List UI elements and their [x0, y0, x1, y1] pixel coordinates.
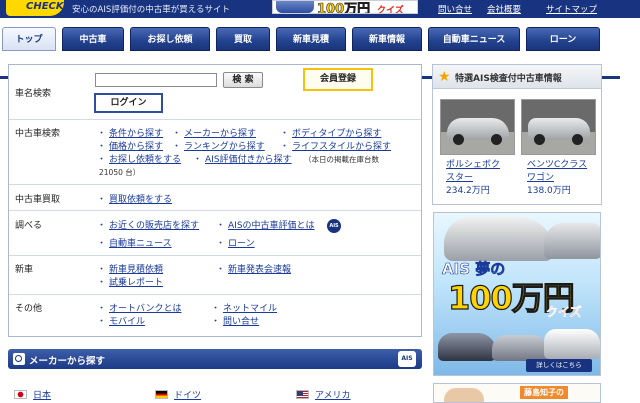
- featured-cars-panel: ★ 特選AIS検査付中古車情報 ポルシェボク スター 234.2万円 ベンツCク…: [432, 64, 602, 205]
- car-name-search-label: 車名検索: [15, 89, 52, 99]
- contact-bottom-link[interactable]: ・問い合せ: [211, 314, 259, 327]
- banner-text: 100万円: [317, 2, 371, 14]
- sitemap-link[interactable]: サイトマップ: [546, 3, 597, 15]
- car-price: 234.2万円: [446, 186, 490, 196]
- row-divider: [9, 294, 421, 295]
- research-label: 調べる: [15, 221, 43, 231]
- stock-count-value: 21050 台）: [99, 168, 141, 177]
- search-icon: [13, 353, 25, 365]
- search-button[interactable]: 検 索: [223, 72, 263, 88]
- japan-flag-icon: [14, 390, 27, 399]
- right-margin: [620, 60, 640, 400]
- row-divider: [9, 210, 421, 211]
- stock-count-note: （本日の掲載在庫台数: [304, 155, 379, 164]
- site-logo[interactable]: CHECK: [6, 0, 64, 16]
- banner-car-image: [276, 1, 314, 13]
- ais-logo-icon: AIS: [398, 351, 416, 367]
- search-by-lifestyle-link[interactable]: ・ライフスタイルから探す: [280, 139, 391, 152]
- netmile-link[interactable]: ・ネットマイル: [211, 301, 277, 314]
- tab-search-request[interactable]: お探し依頼: [130, 27, 210, 51]
- new-car-launch-link[interactable]: ・新車発表会速報: [216, 262, 291, 275]
- author-name: 藤島知子の: [520, 386, 568, 399]
- author-photo: [444, 388, 484, 402]
- search-request-link[interactable]: ・お探し依頼をする: [97, 152, 181, 165]
- new-car-quote-link[interactable]: ・新車見積依頼: [97, 262, 163, 275]
- car-price: 138.0万円: [527, 186, 571, 196]
- site-header: CHECK 安心のAIS評価付の中古車が買えるサイト 100万円 クイズ 問い合…: [0, 0, 640, 18]
- search-by-body-type-link[interactable]: ・ボディタイプから探す: [280, 126, 381, 139]
- car-name-line1[interactable]: ベンツCクラス: [527, 159, 607, 172]
- search-by-maker-link[interactable]: ・メーカーから探す: [172, 126, 256, 139]
- contact-link[interactable]: 問い合せ: [438, 3, 472, 15]
- mobile-link[interactable]: ・モバイル: [97, 314, 145, 327]
- used-car-search-label: 中古車検索: [15, 129, 61, 139]
- search-by-price-link[interactable]: ・価格から探す: [97, 139, 163, 152]
- tab-top[interactable]: トップ: [2, 27, 56, 51]
- search-by-ais-link[interactable]: ・ AIS評価付きから探す: [193, 152, 292, 165]
- car-photo-benz[interactable]: [521, 99, 596, 155]
- quiz-banner[interactable]: 100万円 クイズ: [272, 0, 418, 14]
- new-car-label: 新車: [15, 265, 34, 275]
- maker-search-title: メーカーから探す: [29, 356, 106, 367]
- row-divider: [9, 184, 421, 185]
- search-by-condition-link[interactable]: ・条件から探す: [97, 126, 163, 139]
- banner-subtext: クイズ: [377, 6, 404, 14]
- buyout-request-link[interactable]: ・買取依頼をする: [97, 192, 172, 205]
- register-button[interactable]: 会員登録: [303, 68, 373, 91]
- car-photo-porsche[interactable]: [440, 99, 515, 155]
- test-drive-report-link[interactable]: ・試乗レポート: [97, 275, 163, 288]
- column-ad-banner[interactable]: 藤島知子の: [433, 383, 601, 403]
- tab-loan[interactable]: ローン: [526, 27, 600, 51]
- tab-car-news[interactable]: 自動車ニュース: [428, 27, 520, 51]
- country-japan[interactable]: 日本: [14, 388, 51, 401]
- ais-evaluation-link[interactable]: ・ AISの中古車評価とは: [216, 218, 315, 231]
- loan-link[interactable]: ・ローン: [216, 236, 255, 249]
- company-link[interactable]: 会社概要: [487, 3, 521, 15]
- car-news-link[interactable]: ・自動車ニュース: [97, 236, 172, 249]
- search-by-ranking-link[interactable]: ・ランキングから探す: [172, 139, 265, 152]
- used-car-buyout-label: 中古車買取: [15, 195, 61, 205]
- autobank-about-link[interactable]: ・オートバンクとは: [97, 301, 181, 314]
- featured-title: 特選AIS検査付中古車情報: [455, 74, 562, 84]
- ais-badge-icon: AIS: [327, 219, 341, 233]
- usa-flag-icon: [296, 390, 309, 399]
- row-divider: [9, 119, 421, 120]
- ad-car-image: [544, 223, 600, 259]
- quiz-ad-banner[interactable]: AIS 夢の 100万円 クイズ 詳しくはこちら: [433, 212, 601, 376]
- star-icon: ★: [438, 69, 451, 85]
- car-caption-porsche[interactable]: ポルシェボク スター 234.2万円: [446, 159, 526, 198]
- car-name-line2[interactable]: スター: [446, 172, 526, 185]
- nearby-dealer-link[interactable]: ・お近くの販売店を探す: [97, 218, 199, 231]
- car-name-line1[interactable]: ポルシェボク: [446, 159, 526, 172]
- ad-quiz-text: クイズ: [546, 305, 582, 319]
- tab-used-car[interactable]: 中古車: [62, 27, 124, 51]
- ad-car-image: [444, 217, 554, 261]
- tab-new-car-info[interactable]: 新車情報: [352, 27, 422, 51]
- country-usa[interactable]: アメリカ: [296, 388, 351, 401]
- featured-header: ★ 特選AIS検査付中古車情報: [433, 65, 601, 89]
- ad-more-button[interactable]: 詳しくはこちら: [526, 359, 592, 372]
- country-germany[interactable]: ドイツ: [155, 388, 201, 401]
- car-name-input[interactable]: [95, 73, 217, 87]
- login-button[interactable]: ログイン: [94, 93, 163, 113]
- main-nav: トップ 中古車 お探し依頼 買取 新車見積 新車情報 自動車ニュース ローン: [0, 25, 640, 79]
- other-label: その他: [15, 304, 43, 314]
- maker-search-header: メーカーから探す AIS: [8, 349, 422, 369]
- tab-buyout[interactable]: 買取: [216, 27, 270, 51]
- row-divider: [9, 255, 421, 256]
- search-panel: [8, 64, 422, 337]
- germany-flag-icon: [155, 390, 168, 399]
- car-caption-benz[interactable]: ベンツCクラス ワゴン 138.0万円: [527, 159, 607, 198]
- tab-new-car-quote[interactable]: 新車見積: [276, 27, 346, 51]
- site-tagline: 安心のAIS評価付の中古車が買えるサイト: [72, 5, 230, 15]
- car-name-line2[interactable]: ワゴン: [527, 172, 607, 185]
